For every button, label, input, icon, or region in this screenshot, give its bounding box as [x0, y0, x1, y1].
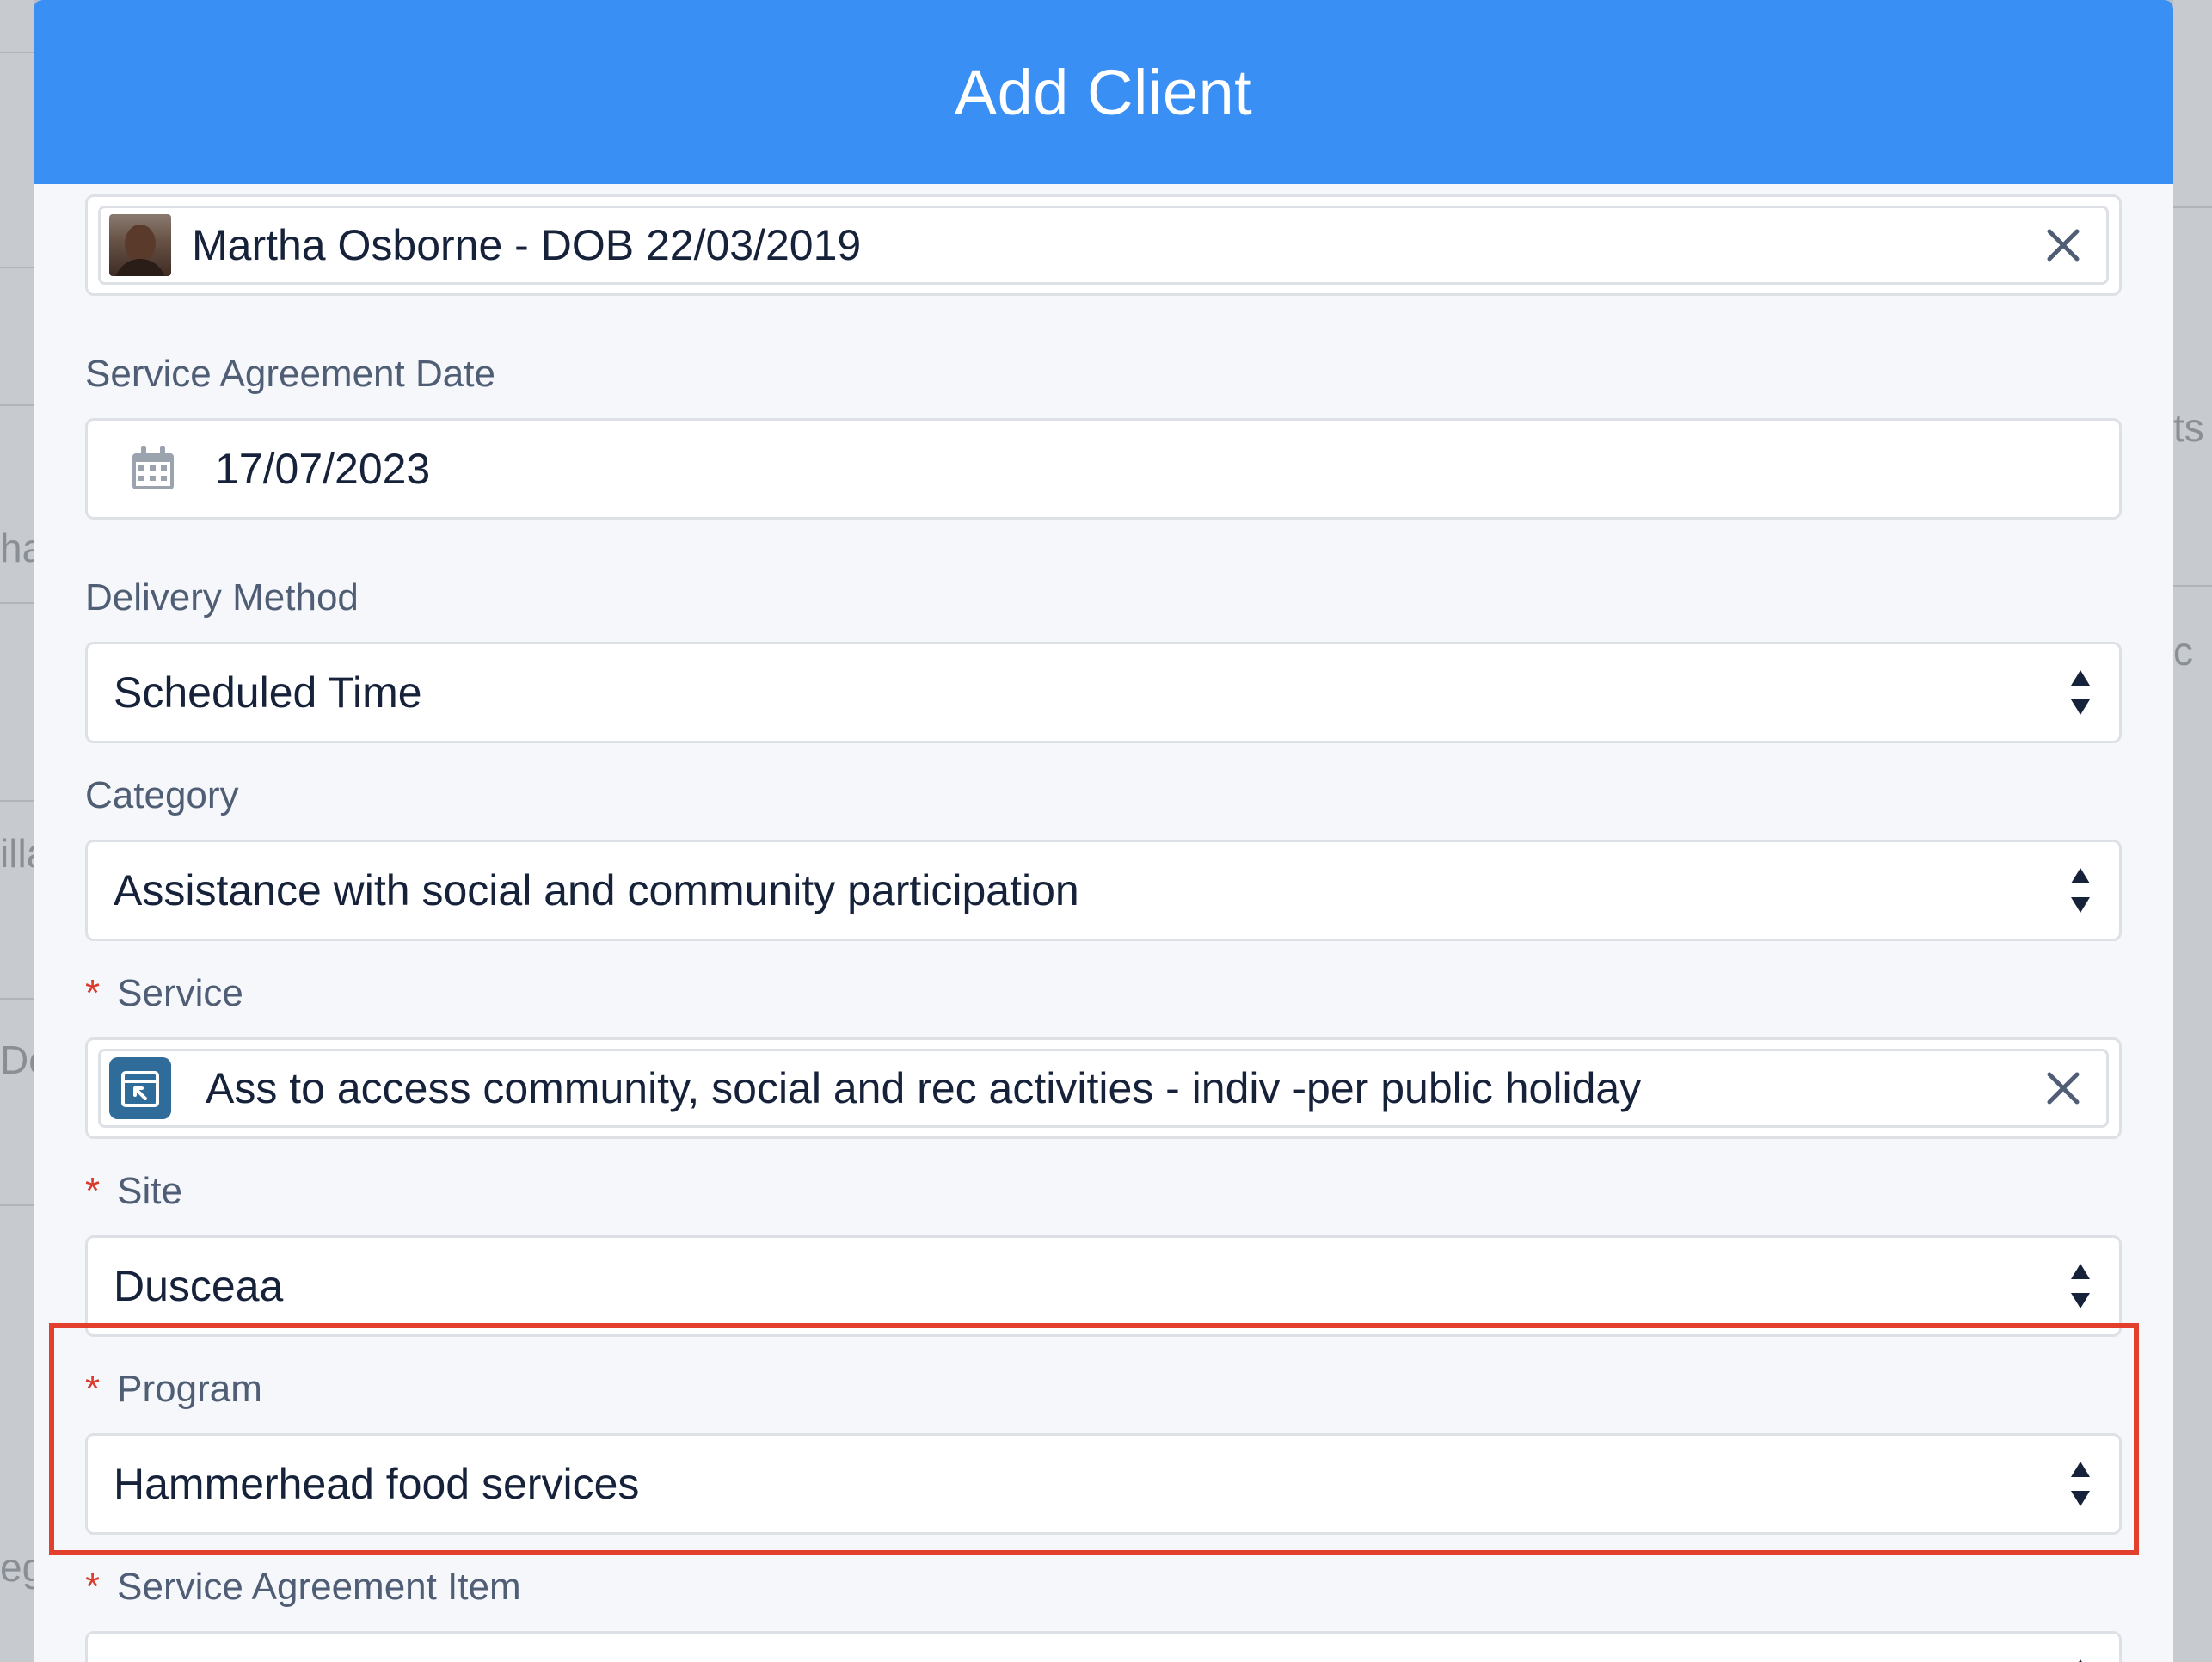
required-marker: * [85, 972, 101, 1014]
service-agreement-item-label: * Service Agreement Item [85, 1566, 521, 1609]
background-divider [2173, 206, 2212, 208]
add-client-modal: Add Client Martha Osborne - DOB 22/03/20… [34, 0, 2173, 1662]
service-agreement-item-select[interactable] [85, 1631, 2122, 1662]
site-select[interactable]: Dusceaa [85, 1235, 2122, 1337]
background-divider [0, 404, 34, 406]
service-lookup-field[interactable]: Ass to access community, social and rec … [85, 1037, 2122, 1139]
background-text-fragment: De [0, 1037, 34, 1082]
delivery-method-value: Scheduled Time [114, 668, 422, 717]
background-divider [0, 998, 34, 1000]
background-divider [0, 267, 34, 268]
service-agreement-date-input[interactable]: 17/07/2023 [85, 418, 2122, 520]
client-lookup-field[interactable]: Martha Osborne - DOB 22/03/2019 [85, 194, 2122, 296]
service-agreement-item-label-text: Service Agreement Item [117, 1566, 521, 1608]
select-arrows-icon [2079, 1659, 2082, 1662]
category-select[interactable]: Assistance with social and community par… [85, 840, 2122, 941]
service-agreement-date-value: 17/07/2023 [215, 445, 431, 493]
background-divider [0, 800, 34, 802]
background-text-fragment: eg [0, 1545, 34, 1590]
calendar-icon[interactable] [129, 445, 177, 493]
background-right-panel [2173, 0, 2212, 1662]
required-marker: * [85, 1170, 101, 1212]
program-select[interactable]: Hammerhead food services [85, 1433, 2122, 1535]
background-divider [0, 1204, 34, 1206]
close-icon[interactable] [2043, 1068, 2084, 1109]
background-divider [2173, 585, 2212, 587]
select-arrows-icon [2071, 1264, 2090, 1308]
site-value: Dusceaa [114, 1262, 284, 1310]
program-label: * Program [85, 1368, 262, 1411]
required-marker: * [85, 1368, 101, 1410]
program-value: Hammerhead food services [114, 1460, 640, 1508]
background-divider [0, 52, 34, 53]
close-icon[interactable] [2043, 225, 2084, 266]
background-divider [0, 602, 34, 604]
select-arrows-icon [2071, 868, 2090, 913]
client-avatar [109, 214, 171, 276]
modal-title: Add Client [954, 56, 1253, 128]
select-arrows-icon [2071, 670, 2090, 715]
background-text-fragment: ts [2173, 405, 2204, 450]
background-text-fragment: illa [0, 831, 34, 876]
service-agreement-date-label: Service Agreement Date [85, 353, 495, 395]
service-label: * Service [85, 972, 243, 1015]
site-label: * Site [85, 1170, 182, 1213]
program-label-text: Program [117, 1368, 262, 1410]
service-value: Ass to access community, social and rec … [206, 1064, 1642, 1112]
service-label-text: Service [117, 972, 243, 1014]
select-arrows-icon [2071, 1462, 2090, 1506]
background-text-fragment: c [2173, 629, 2193, 674]
category-label: Category [85, 774, 239, 816]
required-marker: * [85, 1566, 101, 1608]
service-selected-pill[interactable]: Ass to access community, social and rec … [98, 1049, 2109, 1128]
delivery-method-label: Delivery Method [85, 576, 359, 619]
service-icon [109, 1057, 171, 1119]
background-text-fragment: ha [0, 526, 34, 570]
delivery-method-select[interactable]: Scheduled Time [85, 642, 2122, 743]
category-value: Assistance with social and community par… [114, 866, 1079, 914]
site-label-text: Site [117, 1170, 182, 1212]
modal-header: Add Client [34, 0, 2173, 184]
client-selected-pill[interactable]: Martha Osborne - DOB 22/03/2019 [98, 206, 2109, 285]
client-value: Martha Osborne - DOB 22/03/2019 [192, 221, 862, 269]
